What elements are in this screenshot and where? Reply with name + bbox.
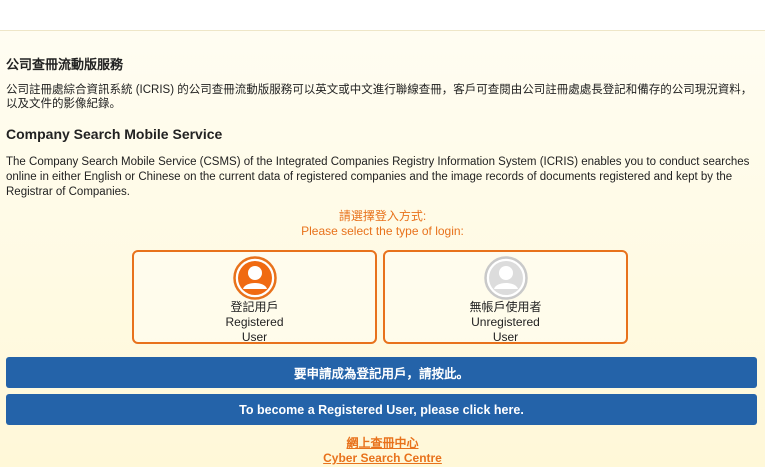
description-en: The Company Search Mobile Service (CSMS)… bbox=[6, 156, 750, 198]
registered-label-en-1: Registered bbox=[225, 315, 284, 329]
login-prompt-en: Please select the type of login: bbox=[301, 224, 464, 238]
login-prompt-zh: 請選擇登入方式: bbox=[338, 209, 427, 223]
page-title-en: Company Search Mobile Service bbox=[6, 126, 223, 142]
description-zh: 公司註冊處綜合資訊系統 (ICRIS) 的公司查冊流動版服務可以英文或中文進行聯… bbox=[6, 84, 753, 110]
registered-label-zh: 登記用戶 bbox=[230, 300, 279, 314]
unregistered-label-zh: 無帳戶使用者 bbox=[469, 300, 542, 314]
cyber-search-link-zh[interactable]: 網上查冊中心 bbox=[0, 436, 765, 451]
unregistered-user-card[interactable]: 無帳戶使用者 Unregistered User bbox=[383, 250, 628, 344]
register-button-en[interactable]: To become a Registered User, please clic… bbox=[6, 394, 757, 425]
main-content: 公司查冊流動版服務 公司註冊處綜合資訊系統 (ICRIS) 的公司查冊流動版服務… bbox=[0, 31, 765, 467]
register-button-zh[interactable]: 要申請成為登記用戶，請按此。 bbox=[6, 357, 757, 388]
cyber-search-link-en[interactable]: Cyber Search Centre bbox=[0, 451, 765, 466]
user-avatar-icon bbox=[232, 256, 277, 300]
page-title-zh: 公司查冊流動版服務 bbox=[6, 58, 124, 73]
cyber-search-centre: 網上查冊中心 Cyber Search Centre bbox=[0, 436, 765, 466]
user-avatar-icon bbox=[483, 256, 528, 300]
login-prompt: 請選擇登入方式: Please select the type of login… bbox=[0, 209, 765, 239]
unregistered-label-en-2: User bbox=[492, 330, 519, 344]
top-bar bbox=[0, 0, 765, 31]
unregistered-label-en-1: Unregistered bbox=[471, 315, 540, 329]
registered-user-card[interactable]: 登記用戶 Registered User bbox=[132, 250, 377, 344]
registered-label-en-2: User bbox=[241, 330, 268, 344]
